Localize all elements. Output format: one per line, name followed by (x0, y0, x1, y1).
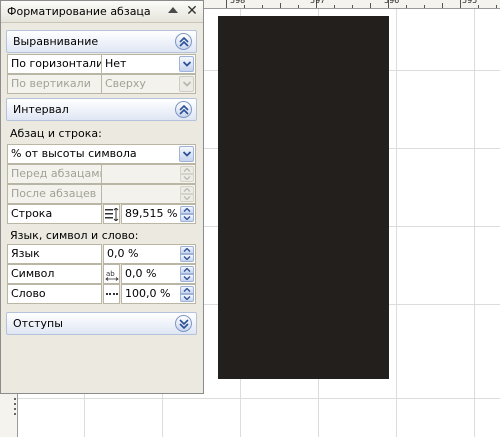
spacing-units-dropdown[interactable]: % от высоты символа (7, 144, 196, 164)
spinner-icon[interactable] (180, 246, 194, 262)
word-spacing-icon (103, 284, 120, 304)
spinner-icon[interactable] (180, 266, 194, 282)
ruler-label: 598 (230, 0, 246, 5)
section-title: Отступы (13, 317, 63, 330)
before-paragraph-label: Перед абзацами (7, 164, 102, 184)
docker-titlebar[interactable]: Форматирование абзаца ✕ (1, 1, 203, 23)
section-header-spacing[interactable]: Интервал (6, 98, 197, 121)
word-spacing-input[interactable]: 100,0 % (121, 284, 196, 304)
line-spacing-icon (103, 204, 120, 224)
character-spacing-icon: ab (103, 264, 120, 284)
character-spacing-value: 0,0 % (125, 267, 157, 280)
horizontal-align-label: По горизонтали (7, 54, 102, 74)
before-paragraph-input[interactable] (101, 164, 196, 184)
grid-line (18, 398, 500, 399)
ruler-label: 597 (310, 0, 326, 5)
svg-text:ab: ab (106, 270, 115, 278)
character-spacing-label: Символ (7, 264, 102, 284)
page-rectangle[interactable] (218, 16, 389, 379)
section-title: Выравнивание (13, 35, 99, 48)
paragraph-and-line-label: Абзац и строка: (10, 127, 102, 140)
word-spacing-label: Слово (7, 284, 102, 304)
close-icon[interactable]: ✕ (185, 3, 199, 19)
spinner-icon[interactable] (180, 286, 194, 302)
after-paragraph-input[interactable] (101, 184, 196, 204)
after-paragraph-label: После абзацев (7, 184, 102, 204)
vertical-align-value: Сверху (105, 77, 146, 90)
vertical-align-dropdown[interactable]: Сверху (101, 74, 196, 94)
horizontal-align-value: Нет (105, 57, 127, 70)
collapse-up-icon[interactable] (175, 33, 192, 50)
character-spacing-input[interactable]: 0,0 % (121, 264, 196, 284)
grid-line (474, 9, 475, 437)
section-title: Интервал (13, 103, 69, 116)
ruler-label: 596 (384, 0, 400, 5)
language-spacing-input[interactable]: 0,0 % (103, 244, 196, 264)
chevron-down-icon[interactable] (179, 76, 194, 92)
chevron-down-icon[interactable] (179, 56, 194, 72)
collapse-up-icon[interactable] (175, 101, 192, 118)
language-spacing-value: 0,0 % (107, 247, 139, 260)
expand-down-icon[interactable] (175, 315, 192, 332)
chevron-down-icon[interactable] (179, 146, 194, 162)
word-spacing-value: 100,0 % (125, 287, 171, 300)
vertical-align-label: По вертикали (7, 74, 102, 94)
section-header-indents[interactable]: Отступы (6, 312, 197, 335)
language-spacing-label: Язык (7, 244, 102, 264)
line-spacing-value: 89,515 % (125, 207, 178, 220)
ruler-label: 595 (462, 0, 478, 5)
section-header-alignment[interactable]: Выравнивание (6, 30, 197, 53)
horizontal-align-dropdown[interactable]: Нет (101, 54, 196, 74)
spinner-icon[interactable] (180, 166, 194, 182)
spacing-units-value: % от высоты символа (11, 147, 137, 160)
grid-line (396, 9, 397, 437)
spinner-icon[interactable] (180, 186, 194, 202)
spinner-icon[interactable] (180, 206, 194, 222)
paragraph-formatting-docker: Форматирование абзаца ✕ Выравнивание По … (0, 0, 204, 394)
line-spacing-input[interactable]: 89,515 % (121, 204, 196, 224)
docker-title: Форматирование абзаца (7, 5, 151, 18)
line-spacing-label: Строка (7, 204, 102, 224)
docker-menu-arrow-icon[interactable] (168, 7, 178, 13)
language-char-word-label: Язык, символ и слово: (10, 229, 139, 242)
ruler-gripper (0, 394, 18, 437)
